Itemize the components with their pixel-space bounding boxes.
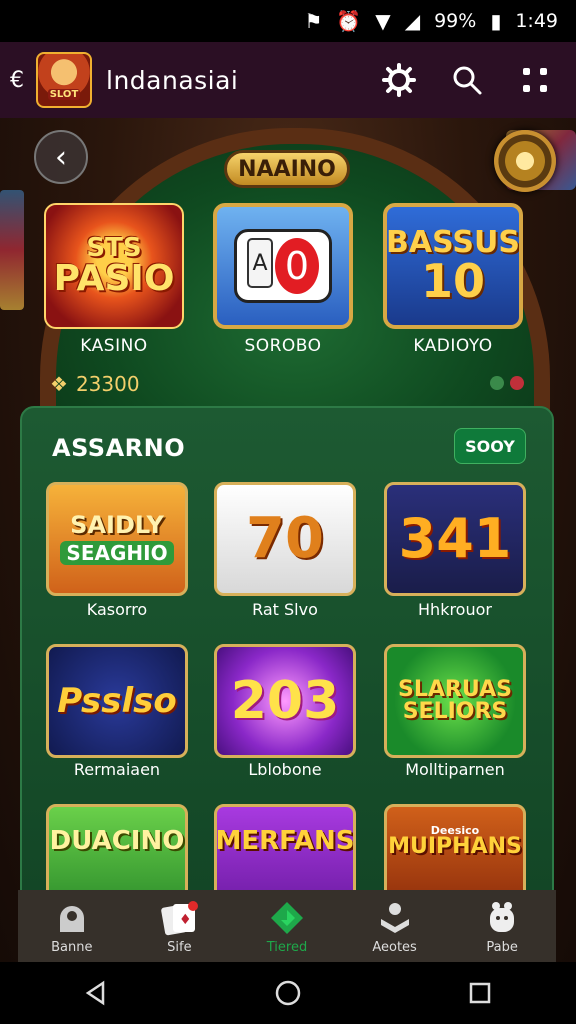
game-art: SLARUAS SELIORS (398, 679, 512, 723)
menu-button[interactable] (516, 61, 554, 99)
game-tile-3[interactable]: 341 (384, 482, 526, 596)
app-bar: € SLOT lndanasiai (0, 42, 576, 118)
game-art: BASSUS 10 (387, 228, 519, 308)
game-art-title: 341 (398, 507, 512, 570)
carousel-back-button[interactable]: ‹ (34, 130, 88, 184)
game-art-title: 203 (230, 671, 340, 731)
game-art-title: 10 (421, 254, 486, 308)
game-tile-9[interactable]: Deesico MUIPHANS (384, 804, 526, 894)
signal-icon: ◢ (404, 9, 421, 33)
game-art-title: Psslso (57, 681, 177, 721)
gear-icon (382, 63, 416, 97)
battery-icon: ▮ (490, 9, 502, 33)
game-tile-label-6: Molltiparnen (405, 760, 505, 779)
bottom-navigation: Banne ♦ Sife Tiered Aeotes Pabe (18, 890, 556, 962)
game-art-top: SAIDLY (70, 511, 164, 539)
game-tile-5[interactable]: 203 (214, 644, 356, 758)
game-art-title: SELIORS (402, 699, 508, 724)
app-title: lndanasiai (106, 65, 239, 95)
search-button[interactable] (448, 61, 486, 99)
clock: 1:49 (515, 10, 558, 32)
game-tile-4[interactable]: Psslso (46, 644, 188, 758)
game-tile-label-1: Kasorro (86, 600, 148, 619)
circle-home-icon (275, 980, 301, 1006)
table-chips-decoration (490, 376, 526, 398)
game-tile-label-5: Lblobone (248, 760, 322, 779)
background-slot-machine (0, 190, 24, 310)
game-art-top: SLARUAS (398, 677, 512, 702)
slot-reel-art: A 0 (234, 229, 332, 303)
nav-item-cards[interactable]: ♦ Sife (134, 898, 224, 955)
game-art: Deesico MUIPHANS (388, 825, 522, 858)
system-recents-button[interactable] (450, 973, 510, 1013)
nav-label: Sife (167, 939, 192, 955)
game-art-title: MERFANS (215, 826, 355, 856)
back-arrow-icon[interactable]: € (10, 68, 32, 93)
app-logo: SLOT (36, 52, 92, 108)
profile-icon (482, 898, 522, 938)
balance-display: ❖ 23300 (50, 372, 140, 396)
game-tile-7[interactable]: DUACINO (46, 804, 188, 894)
battery-percent: 99% (434, 10, 477, 32)
featured-label-2: SOROBO (244, 336, 322, 356)
coins-icon: ❖ (50, 372, 68, 396)
game-tile-label-4: Rermaiaen (73, 760, 161, 779)
alarm-icon: ⏰ (336, 9, 362, 33)
game-art-title: SEAGHIO (60, 541, 174, 565)
game-tile-1[interactable]: SAIDLY SEAGHIO (46, 482, 188, 596)
reel-card: A (247, 238, 273, 288)
game-art-title: PASIO (53, 258, 175, 299)
cards-icon: ♦ (159, 898, 199, 938)
location-icon: ⚑ (304, 9, 323, 33)
diamond-icon (267, 898, 307, 938)
status-bar: ⚑ ⏰ ▼ ◢ 99% ▮ 1:49 (0, 0, 576, 42)
game-art-title: 70 (246, 506, 324, 571)
hero-badge: NAAINO (224, 150, 350, 188)
nav-label: Aeotes (372, 939, 417, 955)
nav-item-profile[interactable]: Pabe (457, 898, 547, 955)
game-art-title: DUACINO (49, 826, 185, 856)
balance-value: 23300 (75, 372, 140, 396)
game-tile-8[interactable]: MERFANS (214, 804, 356, 894)
wifi-icon: ▼ (375, 9, 391, 33)
settings-button[interactable] (380, 61, 418, 99)
grid-menu-icon (523, 68, 547, 92)
system-home-button[interactable] (258, 973, 318, 1013)
game-art: SAIDLY SEAGHIO (60, 511, 174, 565)
featured-label-1: KASINO (80, 336, 148, 356)
nav-item-home[interactable]: Banne (27, 898, 117, 955)
featured-game-1[interactable]: STS PASIO (44, 203, 184, 329)
game-art-title: MUIPHANS (388, 833, 522, 859)
games-panel: ASSARNO SOOY SAIDLY SEAGHIO 70 341 Kasor… (20, 406, 554, 896)
game-tile-6[interactable]: SLARUAS SELIORS (384, 644, 526, 758)
nav-item-tiered[interactable]: Tiered (242, 898, 332, 955)
featured-game-3[interactable]: BASSUS 10 (383, 203, 523, 329)
square-recents-icon (469, 982, 491, 1004)
nav-label: Tiered (266, 939, 308, 955)
roulette-wheel-icon (494, 130, 556, 192)
game-tile-label-3: Hhkrouor (418, 600, 492, 619)
panel-action-button[interactable]: SOOY (454, 428, 526, 464)
featured-game-2[interactable]: A 0 (213, 203, 353, 329)
reel-number: 0 (275, 238, 319, 294)
search-icon (453, 66, 482, 95)
svg-text:♦: ♦ (179, 912, 192, 928)
panel-title: ASSARNO (52, 434, 186, 462)
system-navigation-bar (0, 962, 576, 1024)
featured-label-3: KADIOYO (413, 336, 493, 356)
game-tile-label-2: Rat Slvo (252, 600, 318, 619)
game-art: STS PASIO (54, 235, 175, 297)
app-screen: ⚑ ⏰ ▼ ◢ 99% ▮ 1:49 € SLOT lndanasiai ‹ N… (0, 0, 576, 1024)
home-icon (52, 898, 92, 938)
nav-label: Pabe (486, 939, 518, 955)
game-tile-2[interactable]: 70 (214, 482, 356, 596)
user-group-icon (375, 898, 415, 938)
nav-label: Banne (51, 939, 93, 955)
triangle-back-icon (85, 980, 105, 1006)
system-back-button[interactable] (66, 973, 126, 1013)
nav-item-aeotes[interactable]: Aeotes (350, 898, 440, 955)
